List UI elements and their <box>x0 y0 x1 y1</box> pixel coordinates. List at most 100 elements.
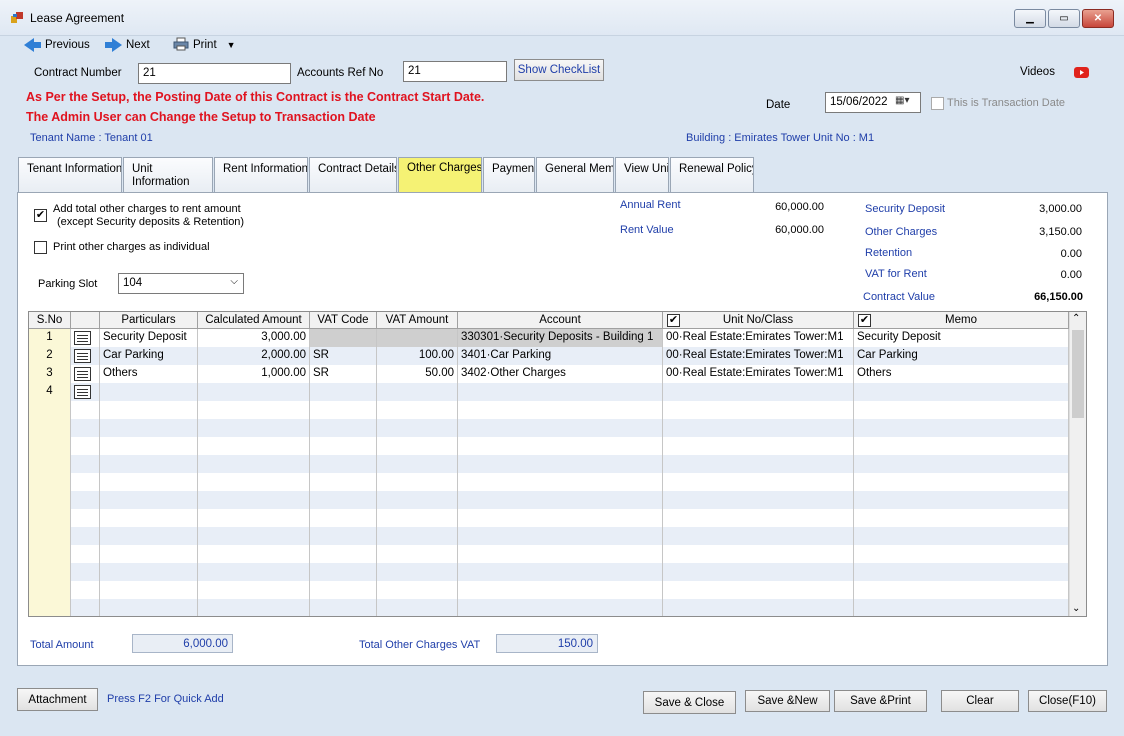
empty-cell[interactable] <box>198 491 310 509</box>
empty-cell[interactable] <box>100 491 198 509</box>
scroll-thumb[interactable] <box>1072 330 1084 418</box>
tab-rent-information[interactable]: Rent Information <box>214 157 308 193</box>
empty-cell[interactable] <box>458 563 663 581</box>
tab-payment[interactable]: Payment <box>483 157 535 193</box>
empty-cell[interactable] <box>29 527 71 545</box>
cell-amount[interactable] <box>198 383 310 401</box>
empty-cell[interactable] <box>377 419 458 437</box>
empty-cell[interactable] <box>310 563 377 581</box>
empty-cell[interactable] <box>100 581 198 599</box>
empty-cell[interactable] <box>310 527 377 545</box>
empty-cell[interactable] <box>71 581 100 599</box>
empty-cell[interactable] <box>198 527 310 545</box>
save-print-button[interactable]: Save &Print <box>834 690 927 712</box>
empty-table-row[interactable] <box>29 401 1069 419</box>
empty-cell[interactable] <box>29 419 71 437</box>
add-total-checkbox[interactable]: ✔ <box>34 209 47 222</box>
empty-cell[interactable] <box>458 581 663 599</box>
column-header-calculated-amount[interactable]: Calculated Amount <box>198 312 310 329</box>
empty-table-row[interactable] <box>29 545 1069 563</box>
empty-cell[interactable] <box>458 527 663 545</box>
empty-cell[interactable] <box>71 563 100 581</box>
cell-vat-code[interactable]: SR <box>310 365 377 383</box>
memo-select-all-checkbox[interactable]: ✔ <box>858 314 871 327</box>
cell-account[interactable]: 3401·Car Parking <box>458 347 663 365</box>
empty-cell[interactable] <box>29 509 71 527</box>
close-button[interactable]: Close(F10) <box>1028 690 1107 712</box>
column-header-particulars[interactable]: Particulars <box>100 312 198 329</box>
empty-cell[interactable] <box>663 599 854 616</box>
empty-cell[interactable] <box>100 563 198 581</box>
empty-cell[interactable] <box>29 437 71 455</box>
empty-cell[interactable] <box>854 455 1069 473</box>
empty-cell[interactable] <box>854 401 1069 419</box>
empty-cell[interactable] <box>663 437 854 455</box>
empty-cell[interactable] <box>198 509 310 527</box>
empty-cell[interactable] <box>663 581 854 599</box>
empty-cell[interactable] <box>29 545 71 563</box>
empty-cell[interactable] <box>458 599 663 616</box>
tab-tenant-information[interactable]: Tenant Information <box>18 157 122 193</box>
empty-cell[interactable] <box>663 563 854 581</box>
empty-cell[interactable] <box>100 437 198 455</box>
empty-cell[interactable] <box>198 599 310 616</box>
empty-cell[interactable] <box>854 473 1069 491</box>
empty-cell[interactable] <box>663 545 854 563</box>
empty-cell[interactable] <box>854 599 1069 616</box>
tab-renewal-policy[interactable]: Renewal Policy <box>670 157 754 193</box>
empty-cell[interactable] <box>29 491 71 509</box>
save-close-button[interactable]: Save & Close <box>643 691 736 714</box>
empty-cell[interactable] <box>458 545 663 563</box>
cell-particulars[interactable] <box>100 383 198 401</box>
empty-cell[interactable] <box>854 545 1069 563</box>
cell-vat-amount[interactable]: 100.00 <box>377 347 458 365</box>
table-row[interactable]: 1 Security Deposit 3,000.00 330301·Secur… <box>29 329 1069 347</box>
empty-cell[interactable] <box>663 419 854 437</box>
next-button[interactable]: Next <box>105 36 150 54</box>
column-header-vat-code[interactable]: VAT Code <box>310 312 377 329</box>
scroll-down-icon[interactable]: ⌄ <box>1072 603 1080 614</box>
empty-cell[interactable] <box>310 455 377 473</box>
row-edit-cell[interactable] <box>71 329 100 347</box>
empty-cell[interactable] <box>377 581 458 599</box>
print-individual-checkbox[interactable] <box>34 241 47 254</box>
empty-cell[interactable] <box>663 527 854 545</box>
empty-cell[interactable] <box>377 563 458 581</box>
empty-cell[interactable] <box>198 563 310 581</box>
empty-cell[interactable] <box>458 455 663 473</box>
empty-cell[interactable] <box>71 437 100 455</box>
empty-cell[interactable] <box>198 455 310 473</box>
empty-cell[interactable] <box>377 599 458 616</box>
print-button[interactable]: Print ▼ <box>173 36 236 54</box>
unit-select-all-checkbox[interactable]: ✔ <box>667 314 680 327</box>
empty-cell[interactable] <box>458 509 663 527</box>
cell-amount[interactable]: 2,000.00 <box>198 347 310 365</box>
scroll-up-icon[interactable]: ⌃ <box>1072 313 1080 324</box>
empty-cell[interactable] <box>310 437 377 455</box>
empty-table-row[interactable] <box>29 599 1069 616</box>
close-window-button[interactable]: ✕ <box>1082 9 1114 28</box>
empty-cell[interactable] <box>100 599 198 616</box>
show-checklist-button[interactable]: Show CheckList <box>514 59 604 81</box>
empty-cell[interactable] <box>663 401 854 419</box>
empty-table-row[interactable] <box>29 491 1069 509</box>
empty-cell[interactable] <box>854 527 1069 545</box>
attachment-button[interactable]: Attachment <box>17 688 98 711</box>
empty-cell[interactable] <box>854 419 1069 437</box>
empty-cell[interactable] <box>71 527 100 545</box>
empty-cell[interactable] <box>854 437 1069 455</box>
empty-cell[interactable] <box>29 401 71 419</box>
cell-particulars[interactable]: Others <box>100 365 198 383</box>
empty-cell[interactable] <box>198 473 310 491</box>
empty-cell[interactable] <box>198 437 310 455</box>
cell-memo[interactable]: Security Deposit <box>854 329 1069 347</box>
empty-cell[interactable] <box>100 473 198 491</box>
empty-cell[interactable] <box>100 509 198 527</box>
empty-cell[interactable] <box>310 419 377 437</box>
empty-cell[interactable] <box>100 419 198 437</box>
empty-table-row[interactable] <box>29 419 1069 437</box>
cell-memo[interactable]: Others <box>854 365 1069 383</box>
transaction-date-checkbox[interactable] <box>931 97 944 110</box>
youtube-icon[interactable] <box>1074 67 1089 78</box>
cell-unit[interactable]: 00·Real Estate:Emirates Tower:M1 <box>663 329 854 347</box>
